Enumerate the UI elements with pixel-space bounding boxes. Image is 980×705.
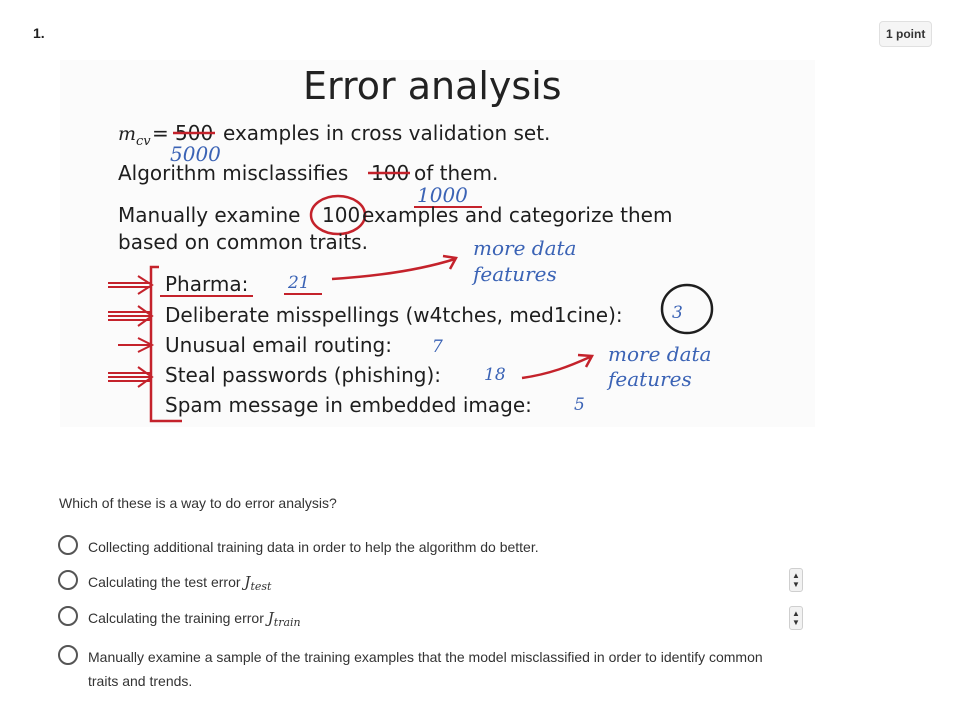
spinner-control[interactable]: ▲ ▼ (789, 568, 803, 592)
note2-more-data: more data (608, 342, 711, 366)
question-prompt: Which of these is a way to do error anal… (59, 495, 337, 511)
equals-sign: = (152, 121, 169, 145)
radio-button[interactable] (58, 645, 78, 665)
option-manual-examine[interactable]: Manually examine a sample of the trainin… (58, 645, 768, 693)
note1-more-data: more data (473, 236, 576, 260)
figure-title: Error analysis (303, 64, 562, 108)
question-number: 1. (33, 25, 45, 41)
category-routing-count: 7 (432, 337, 443, 357)
line3-rest: examples and categorize them (362, 203, 672, 227)
line2-rest: of them. (414, 161, 498, 185)
category-routing-label: Unusual email routing: (165, 333, 392, 357)
circle-mark-3 (660, 283, 714, 335)
line4-text: based on common traits. (118, 230, 368, 254)
radio-button[interactable] (58, 535, 78, 555)
spinner-down-icon[interactable]: ▼ (792, 618, 800, 627)
m-cv-symbol: mcv (118, 123, 151, 149)
category-embedded-image-count: 5 (574, 395, 585, 415)
arrow-to-note2 (521, 355, 591, 380)
radio-button[interactable] (58, 570, 78, 590)
note2-features: features (606, 367, 692, 391)
radio-button[interactable] (58, 606, 78, 626)
figure-svg: Error analysis mcv = 500 examples in cro… (108, 64, 714, 423)
arrow-icon-routing (118, 337, 155, 353)
points-badge: 1 point (879, 21, 933, 47)
category-misspellings-label: Deliberate misspellings (w4tches, med1ci… (165, 303, 623, 327)
arrow-icon-misspellings (108, 305, 154, 327)
option-label: Calculating the training error Jtrain (88, 609, 301, 629)
line3-pre: Manually examine (118, 203, 301, 227)
category-phishing-label: Steal passwords (phishing): (165, 363, 441, 387)
note1-features: features (471, 262, 557, 286)
option-training-error[interactable]: Calculating the training error Jtrain (58, 606, 768, 635)
option-label: Calculating the test error Jtest (88, 573, 272, 593)
spinner-down-icon[interactable]: ▼ (792, 580, 800, 589)
spinner-up-icon[interactable]: ▲ (792, 571, 800, 580)
arrow-to-note1 (331, 257, 456, 281)
error-analysis-figure: Error analysis mcv = 500 examples in cro… (60, 60, 815, 427)
option-label: Manually examine a sample of the trainin… (88, 649, 763, 689)
category-phishing-count: 18 (484, 365, 506, 385)
category-pharma-count: 21 (287, 273, 310, 293)
math-j-test: Jtest (244, 573, 272, 593)
option-test-error[interactable]: Calculating the test error Jtest (58, 570, 768, 599)
category-misspellings-count: 3 (672, 303, 683, 323)
line1-rest: examples in cross validation set. (223, 121, 550, 145)
circled-100: 100 (322, 203, 360, 227)
line2-pre: Algorithm misclassifies (118, 161, 348, 185)
spinner-control[interactable]: ▲ ▼ (789, 606, 803, 630)
arrow-icon-pharma (108, 275, 154, 295)
arrow-icon-phishing (108, 366, 154, 388)
option-collect-data[interactable]: Collecting additional training data in o… (58, 535, 768, 559)
math-j-train: Jtrain (267, 609, 301, 629)
category-pharma-label: Pharma: (165, 272, 248, 296)
category-embedded-image-label: Spam message in embedded image: (165, 393, 532, 417)
spinner-up-icon[interactable]: ▲ (792, 609, 800, 618)
option-label: Collecting additional training data in o… (88, 539, 539, 555)
